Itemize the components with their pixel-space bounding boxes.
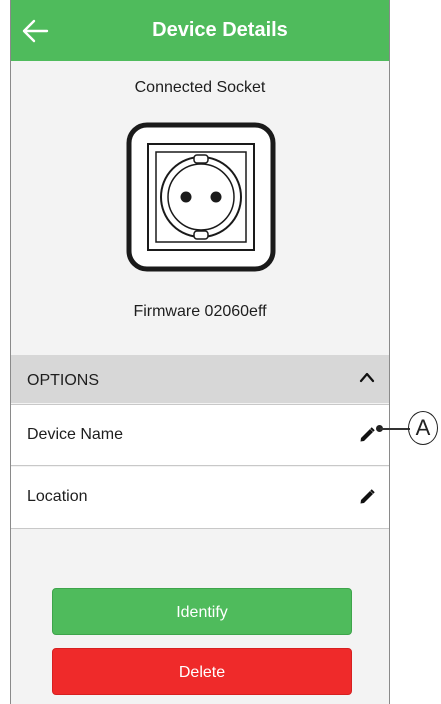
chevron-up-icon[interactable] <box>359 371 375 383</box>
location-label: Location <box>27 488 88 505</box>
identify-button[interactable]: Identify <box>52 588 352 635</box>
app-header: Device Details <box>11 0 389 61</box>
pencil-icon[interactable] <box>359 427 375 443</box>
device-name-row[interactable]: Device Name <box>11 404 389 466</box>
options-label: OPTIONS <box>27 372 100 389</box>
device-name-label: Device Name <box>27 426 124 443</box>
callout-pointer-line <box>380 428 410 430</box>
power-socket-icon <box>126 122 276 272</box>
device-type-label: Connected Socket <box>134 79 266 96</box>
callout-label-a: A <box>408 411 438 445</box>
delete-button[interactable]: Delete <box>52 648 352 695</box>
firmware-version: Firmware 02060eff <box>133 303 267 320</box>
app-screen: Device Details Connected Socket Firmware… <box>10 0 390 704</box>
location-row[interactable]: Location <box>11 467 389 529</box>
page-title: Device Details <box>152 19 288 41</box>
pencil-icon[interactable] <box>359 489 375 505</box>
options-section-header[interactable]: OPTIONS <box>11 355 389 403</box>
